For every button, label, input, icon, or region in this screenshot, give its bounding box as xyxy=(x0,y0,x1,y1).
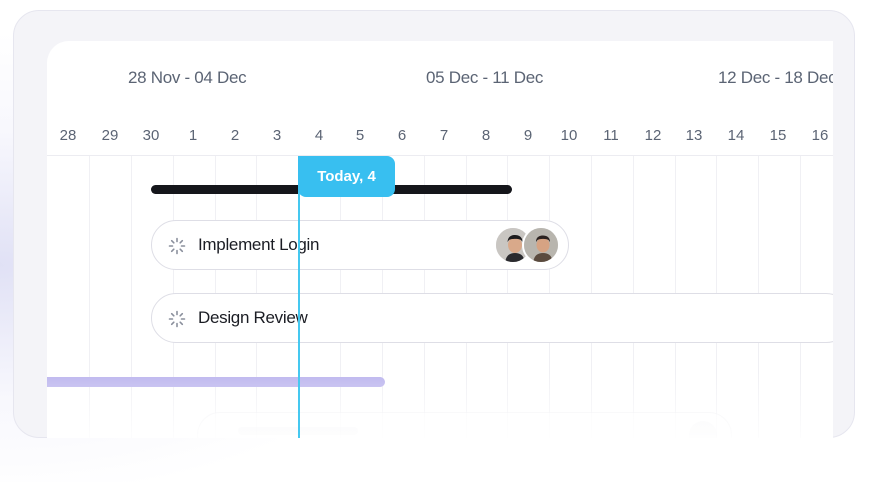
day-label: 4 xyxy=(314,127,324,144)
task-bar-implement-login[interactable]: Implement Login xyxy=(151,220,569,270)
day-label: 29 xyxy=(101,127,119,144)
day-label: 13 xyxy=(685,127,703,144)
day-label: 14 xyxy=(727,127,745,144)
day-label: 6 xyxy=(397,127,407,144)
day-label: 5 xyxy=(355,127,365,144)
day-label: 9 xyxy=(523,127,533,144)
day-label: 28 xyxy=(59,127,77,144)
day-label: 8 xyxy=(481,127,491,144)
assignee-avatar[interactable] xyxy=(522,226,560,264)
person-avatar-icon xyxy=(524,228,558,262)
day-label: 10 xyxy=(560,127,578,144)
day-label: 12 xyxy=(644,127,662,144)
task-bar-faded[interactable] xyxy=(197,412,732,438)
day-label: 15 xyxy=(769,127,787,144)
grid-line xyxy=(89,156,90,438)
grid-line xyxy=(131,156,132,438)
day-label: 2 xyxy=(230,127,240,144)
today-line xyxy=(298,156,300,438)
task-label: Implement Login xyxy=(198,235,320,254)
assignee-avatar-placeholder xyxy=(689,421,717,438)
day-label: 11 xyxy=(603,127,619,144)
gantt-chart-panel: 28 Nov - 04 Dec 05 Dec - 11 Dec 12 Dec -… xyxy=(47,41,833,438)
week-label: 05 Dec - 11 Dec xyxy=(426,68,544,87)
task-label: Design Review xyxy=(198,308,308,327)
day-label: 3 xyxy=(272,127,282,144)
week-label: 12 Dec - 18 Dec xyxy=(718,68,833,87)
spinner-icon xyxy=(168,237,186,255)
day-label: 30 xyxy=(142,127,160,144)
task-bar-design-review[interactable]: Design Review xyxy=(151,293,833,343)
today-badge[interactable]: Today, 4 xyxy=(298,156,395,197)
day-label: 1 xyxy=(188,127,198,144)
week-label: 28 Nov - 04 Dec xyxy=(128,68,247,87)
progress-bar[interactable] xyxy=(47,377,385,387)
day-label: 16 xyxy=(811,127,829,144)
spinner-icon xyxy=(168,310,186,328)
day-label: 7 xyxy=(439,127,449,144)
